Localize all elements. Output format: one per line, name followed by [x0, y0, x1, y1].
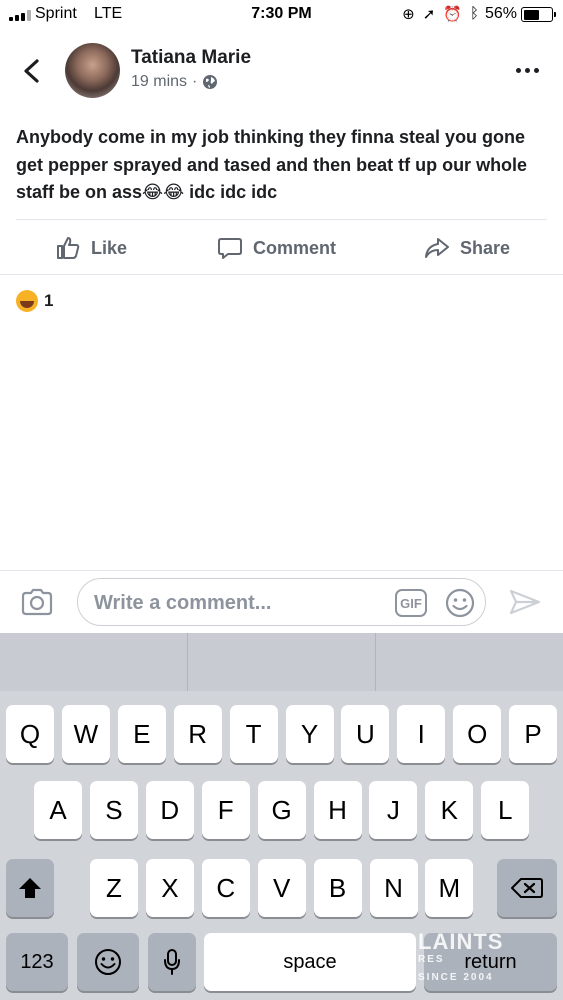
- globe-icon: [203, 75, 218, 89]
- like-label: Like: [91, 237, 128, 258]
- share-button[interactable]: Share: [424, 222, 510, 274]
- key-b[interactable]: B: [313, 859, 362, 917]
- key-y[interactable]: Y: [285, 705, 334, 763]
- send-arrow-icon: [509, 589, 541, 615]
- keyboard: QWERTYUIOP ASDFGHJKL ZXCVBNM 123 space r…: [0, 633, 563, 1000]
- camera-icon: [21, 588, 53, 616]
- key-g[interactable]: G: [257, 781, 306, 839]
- key-z[interactable]: Z: [90, 859, 138, 917]
- post-meta: 19 mins ·: [131, 73, 218, 91]
- key-t[interactable]: T: [229, 705, 278, 763]
- key-v[interactable]: V: [257, 859, 306, 917]
- comment-button[interactable]: Comment: [217, 222, 336, 274]
- dictation-key[interactable]: [148, 933, 196, 991]
- key-s[interactable]: S: [89, 781, 138, 839]
- shift-arrow-icon: [19, 878, 41, 898]
- comment-bubble-icon: [218, 238, 242, 259]
- key-a[interactable]: A: [34, 781, 82, 839]
- key-l[interactable]: L: [481, 781, 530, 839]
- post-text: Anybody come in my job thinking they fin…: [16, 127, 528, 202]
- predictive-text-bar[interactable]: [0, 633, 563, 691]
- back-button[interactable]: [20, 56, 44, 86]
- post-time: 19 mins: [131, 73, 188, 90]
- meta-separator: ·: [192, 73, 198, 90]
- key-h[interactable]: H: [313, 781, 362, 839]
- key-u[interactable]: U: [341, 705, 390, 763]
- comment-input[interactable]: Write a comment... GIF: [77, 578, 486, 626]
- microphone-icon: [164, 949, 180, 975]
- divider: [0, 274, 563, 275]
- divider: [16, 219, 547, 220]
- like-button[interactable]: Like: [55, 222, 127, 274]
- watermark-title: LAINTS: [418, 929, 504, 954]
- key-m[interactable]: M: [425, 859, 474, 917]
- reaction-count: 1: [44, 291, 54, 310]
- key-p[interactable]: P: [509, 705, 558, 763]
- post-actions: Like Comment Share: [0, 222, 563, 274]
- battery-percent: 56%: [484, 5, 517, 22]
- key-j[interactable]: J: [369, 781, 418, 839]
- chevron-left-icon: [24, 59, 39, 83]
- numbers-key[interactable]: 123: [6, 933, 68, 991]
- key-w[interactable]: W: [61, 705, 110, 763]
- key-d[interactable]: D: [145, 781, 194, 839]
- key-k[interactable]: K: [425, 781, 474, 839]
- share-label: Share: [460, 237, 511, 258]
- dot-icon: [516, 67, 521, 73]
- dot-icon: [534, 67, 539, 73]
- status-icons: ⊕ ➚ ⏰ ᛒ: [402, 5, 479, 23]
- smiley-icon: [95, 949, 121, 975]
- reaction-summary[interactable]: 1: [16, 290, 53, 312]
- send-button[interactable]: [508, 587, 542, 617]
- battery-fill: [523, 9, 539, 20]
- key-e[interactable]: E: [117, 705, 166, 763]
- key-q[interactable]: Q: [6, 705, 54, 763]
- divider: [187, 633, 188, 691]
- key-r[interactable]: R: [173, 705, 222, 763]
- author-name[interactable]: Tatiana Marie: [131, 47, 251, 69]
- smiley-icon: [445, 588, 475, 618]
- camera-button[interactable]: [20, 587, 54, 617]
- gif-button[interactable]: GIF: [395, 589, 427, 617]
- shift-key[interactable]: [6, 859, 54, 917]
- key-f[interactable]: F: [201, 781, 250, 839]
- watermark-since: SINCE 2004: [418, 972, 494, 983]
- more-options-button[interactable]: [516, 62, 544, 78]
- author-avatar[interactable]: [65, 43, 120, 98]
- comment-label: Comment: [253, 237, 337, 258]
- divider: [375, 633, 376, 691]
- comment-bar: Write a comment... GIF: [0, 570, 563, 633]
- bluetooth-icon: ᛒ: [469, 5, 479, 22]
- dot-icon: [525, 67, 530, 73]
- thumbs-up-icon: [57, 237, 80, 259]
- backspace-icon: [511, 878, 543, 898]
- emoji-button[interactable]: [444, 587, 476, 619]
- battery-icon: [521, 7, 556, 22]
- space-key[interactable]: space: [204, 933, 416, 991]
- share-arrow-icon: [425, 238, 449, 258]
- alarm-icon: ⏰: [443, 6, 462, 23]
- emoji-keyboard-key[interactable]: [77, 933, 139, 991]
- watermark: LAINTS RES SINCE 2004: [418, 929, 504, 987]
- key-i[interactable]: I: [397, 705, 446, 763]
- key-x[interactable]: X: [145, 859, 194, 917]
- status-bar: Sprint LTE 7:30 PM ⊕ ➚ ⏰ ᛒ 56%: [0, 0, 563, 30]
- comment-placeholder: Write a comment...: [94, 592, 272, 614]
- key-o[interactable]: O: [453, 705, 502, 763]
- orientation-lock-icon: ⊕: [402, 6, 415, 23]
- location-arrow-icon: ➚: [422, 6, 436, 23]
- key-n[interactable]: N: [369, 859, 418, 917]
- backspace-key[interactable]: [497, 859, 557, 917]
- key-c[interactable]: C: [201, 859, 250, 917]
- haha-emoji-icon: [16, 290, 38, 312]
